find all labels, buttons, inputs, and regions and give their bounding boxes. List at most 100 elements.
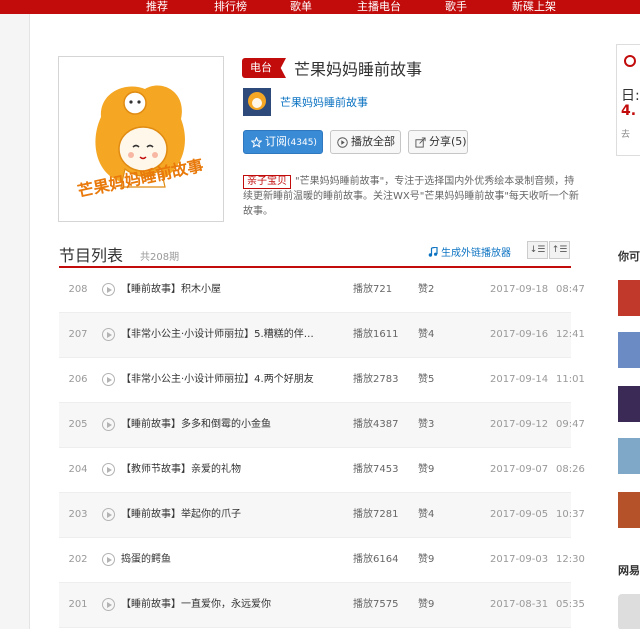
like-count: 赞3: [418, 419, 435, 430]
program-duration: 09:47: [556, 419, 585, 430]
nav-item-charts[interactable]: 排行榜: [214, 0, 247, 13]
program-duration: 05:35: [556, 599, 585, 610]
sidebar-thumb[interactable]: [618, 280, 640, 316]
play-icon[interactable]: [102, 553, 115, 566]
play-count: 播放2783: [353, 374, 399, 385]
program-list-title: 节目列表: [59, 246, 124, 265]
like-count: 赞9: [418, 599, 435, 610]
program-name[interactable]: 【教师节故事】亲爱的礼物: [121, 448, 341, 492]
table-row[interactable]: 207 【非常小公主·小设计师丽拉】5.糟糕的伴… 播放1611 赞4 2017-09-…: [59, 313, 585, 358]
program-number: 207: [68, 329, 88, 340]
play-count: 播放6164: [353, 554, 399, 565]
avatar[interactable]: [243, 88, 271, 116]
share-icon: [415, 136, 426, 148]
play-count: 播放721: [353, 284, 393, 295]
table-row[interactable]: 202 捣蛋的鳄鱼 播放6164 赞9 2017-09-03 12:30: [59, 538, 585, 583]
program-date: 2017-09-14: [490, 374, 549, 385]
avatar-icon: [243, 88, 271, 116]
program-date: 2017-09-18: [490, 284, 549, 295]
sidebar-ad[interactable]: 日: 4. 去: [616, 44, 640, 156]
ad-text-2: 4.: [621, 103, 637, 119]
program-name[interactable]: 【非常小公主·小设计师丽拉】4.两个好朋友: [121, 358, 341, 402]
program-name[interactable]: 【非常小公主·小设计师丽拉】5.糟糕的伴…: [121, 313, 341, 357]
table-row[interactable]: 204 【教师节故事】亲爱的礼物 播放7453 赞9 2017-09-07 08:26: [59, 448, 585, 493]
program-name[interactable]: 【睡前故事】多多和倒霉的小金鱼: [121, 403, 341, 447]
ad-logo-icon: [624, 55, 636, 67]
share-label: 分享: [429, 135, 451, 148]
sort-descending-icon[interactable]: ↑☰: [549, 241, 570, 259]
play-count: 播放7281: [353, 509, 399, 520]
play-count: 播放4387: [353, 419, 399, 430]
subscribe-button[interactable]: 订阅(4345): [243, 130, 323, 154]
sidebar-thumb[interactable]: [618, 332, 640, 368]
program-number: 205: [68, 419, 88, 430]
play-count: 播放7575: [353, 599, 399, 610]
program-duration: 08:26: [556, 464, 585, 475]
app-download-thumb[interactable]: [618, 594, 640, 629]
sidebar-thumb[interactable]: [618, 438, 640, 474]
table-row[interactable]: 203 【睡前故事】举起你的爪子 播放7281 赞4 2017-09-05 10:37: [59, 493, 585, 538]
program-duration: 12:30: [556, 554, 585, 565]
program-name[interactable]: 【睡前故事】举起你的爪子: [121, 493, 341, 537]
generate-player-label: 生成外链播放器: [441, 248, 511, 259]
program-date: 2017-09-05: [490, 509, 549, 520]
like-count: 赞9: [418, 554, 435, 565]
right-sidebar: 日: 4. 去 你可 网易: [596, 14, 640, 629]
play-icon[interactable]: [102, 373, 115, 386]
radio-description: 亲子宝贝 "芒果妈妈睡前故事"，专注于选择国内外优秀绘本录制音频，持续更新睡前温暖…: [243, 174, 579, 219]
program-count: 共208期: [140, 252, 180, 263]
nav-item-artists[interactable]: 歌手: [445, 0, 467, 13]
program-duration: 12:41: [556, 329, 585, 340]
description-text: "芒果妈妈睡前故事"，专注于选择国内外优秀绘本录制音频，持续更新睡前温暖的睡前故…: [243, 176, 579, 217]
sort-ascending-icon[interactable]: ↓☰: [527, 241, 548, 259]
dj-radio-tag: 电台: [242, 58, 286, 78]
generate-player-link[interactable]: 生成外链播放器: [428, 244, 511, 259]
table-row[interactable]: 205 【睡前故事】多多和倒霉的小金鱼 播放4387 赞3 2017-09-12 09:4…: [59, 403, 585, 448]
play-count: 播放7453: [353, 464, 399, 475]
play-icon[interactable]: [102, 283, 115, 296]
sidebar-thumb[interactable]: [618, 492, 640, 528]
program-name[interactable]: 捣蛋的鳄鱼: [121, 538, 341, 582]
author-link[interactable]: 芒果妈妈睡前故事: [280, 94, 368, 110]
sidebar-thumb[interactable]: [618, 386, 640, 422]
like-count: 赞4: [418, 329, 435, 340]
ad-text-3: 去: [621, 130, 631, 140]
subscribe-label: 订阅: [265, 135, 287, 148]
play-circle-icon: [337, 136, 348, 148]
play-all-button[interactable]: 播放全部: [330, 130, 401, 154]
play-icon[interactable]: [102, 418, 115, 431]
program-duration: 08:47: [556, 284, 585, 295]
ad-text-1: 日:: [621, 88, 640, 104]
main-content: 芒果妈妈睡前故事 电台 芒果妈妈睡前故事 芒果妈妈睡前故事 订阅(4345) 播…: [29, 14, 597, 629]
program-date: 2017-09-07: [490, 464, 549, 475]
table-row[interactable]: 201 【睡前故事】一直爱你，永远爱你 播放7575 赞9 2017-08-31 05:3…: [59, 583, 585, 628]
like-count: 赞5: [418, 374, 435, 385]
play-icon[interactable]: [102, 328, 115, 341]
program-duration: 10:37: [556, 509, 585, 520]
play-icon[interactable]: [102, 508, 115, 521]
nav-item-new-albums[interactable]: 新碟上架: [512, 0, 556, 13]
star-icon: [251, 136, 262, 148]
nav-item-playlists[interactable]: 歌单: [290, 0, 312, 13]
program-name[interactable]: 【睡前故事】一直爱你，永远爱你: [121, 583, 341, 627]
program-name[interactable]: 【睡前故事】积木小屋: [121, 268, 341, 312]
program-number: 203: [68, 509, 88, 520]
table-row[interactable]: 206 【非常小公主·小设计师丽拉】4.两个好朋友 播放2783 赞5 2017-09-…: [59, 358, 585, 403]
play-icon[interactable]: [102, 463, 115, 476]
like-count: 赞2: [418, 284, 435, 295]
program-number: 206: [68, 374, 88, 385]
table-row[interactable]: 208 【睡前故事】积木小屋 播放721 赞2 2017-09-18 08:47: [59, 268, 585, 313]
share-button[interactable]: 分享(5): [408, 130, 468, 154]
sidebar-heading-netease: 网易: [618, 564, 640, 577]
category-badge[interactable]: 亲子宝贝: [243, 175, 291, 189]
play-icon[interactable]: [102, 598, 115, 611]
program-number: 202: [68, 554, 88, 565]
program-date: 2017-09-12: [490, 419, 549, 430]
subscribe-count: (4345): [287, 138, 317, 148]
nav-item-recommend[interactable]: 推荐: [146, 0, 168, 13]
program-date: 2017-09-03: [490, 554, 549, 565]
nav-item-dj-radio[interactable]: 主播电台: [357, 0, 401, 13]
like-count: 赞4: [418, 509, 435, 520]
radio-cover: 芒果妈妈睡前故事: [58, 56, 224, 222]
program-date: 2017-09-16: [490, 329, 549, 340]
